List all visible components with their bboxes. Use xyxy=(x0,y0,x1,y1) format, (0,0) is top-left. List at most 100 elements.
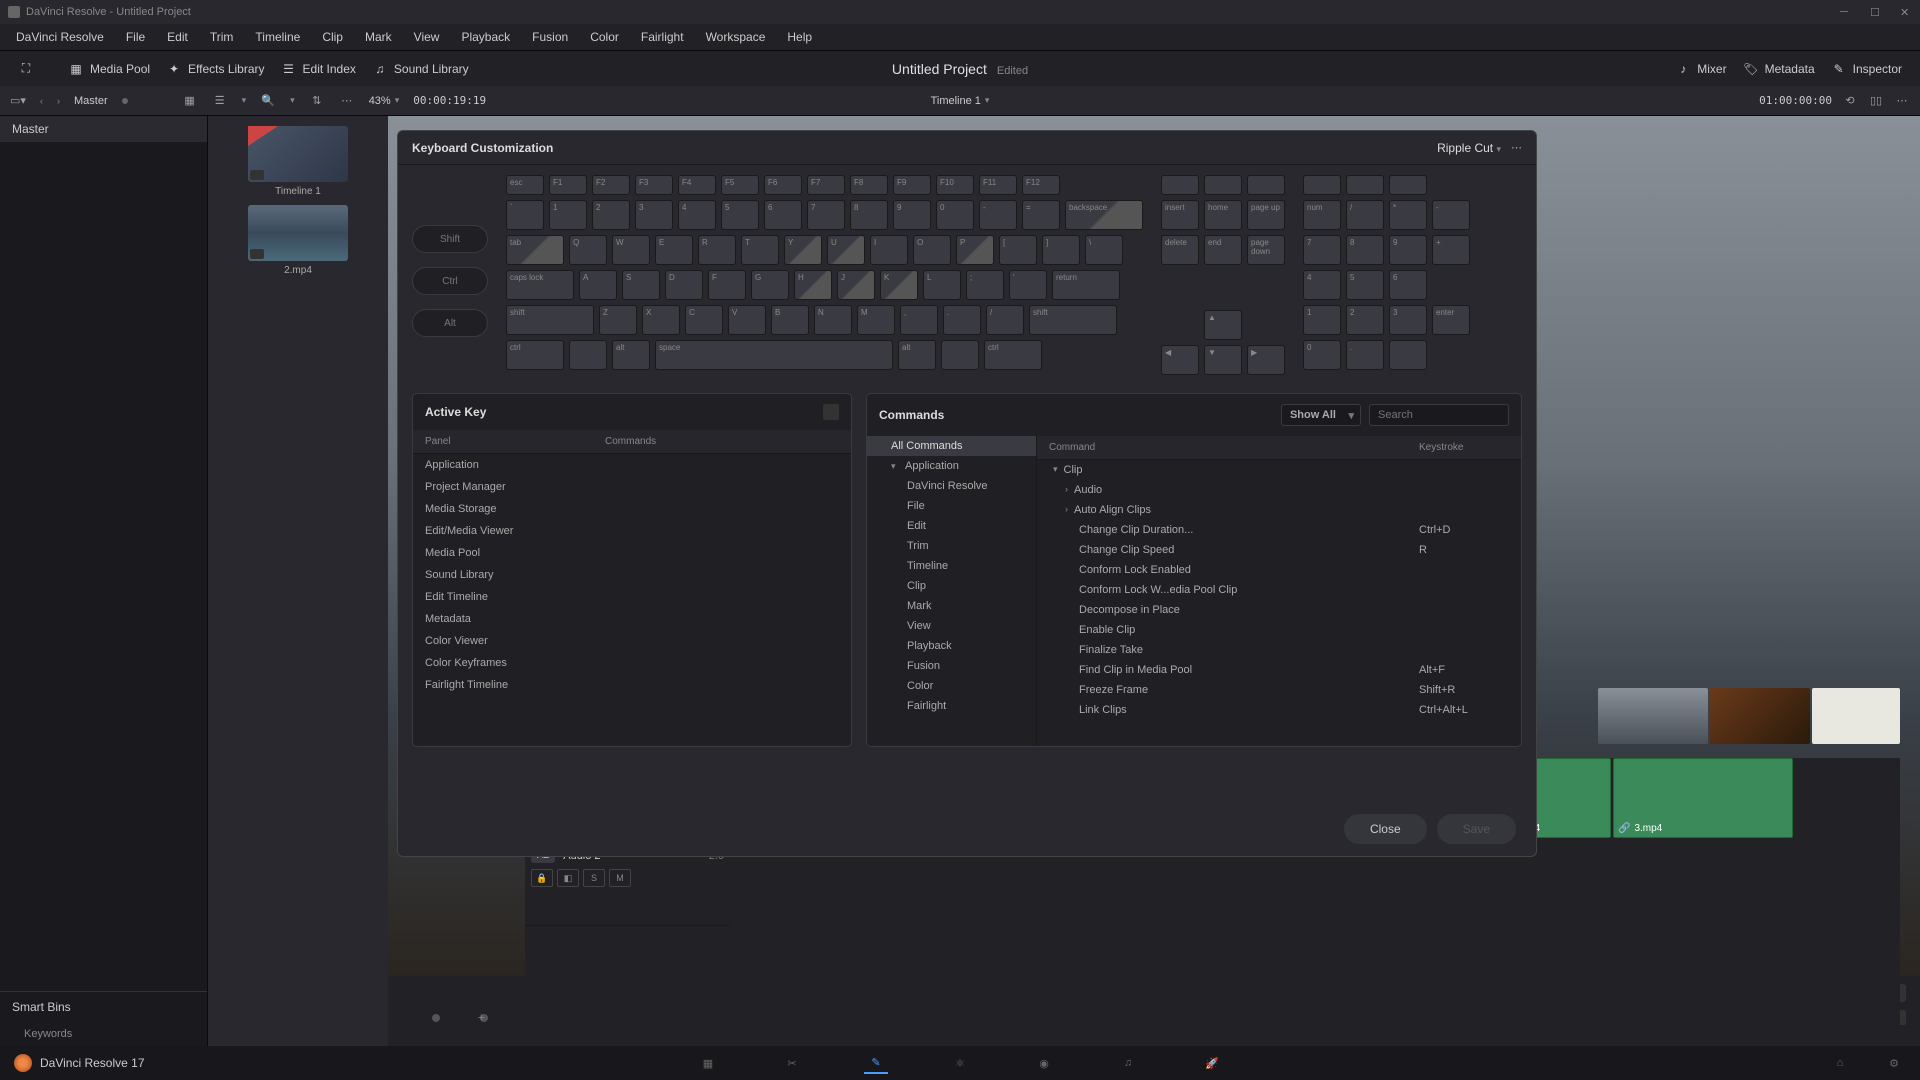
key-*[interactable]: * xyxy=(1389,200,1427,230)
key-s[interactable]: S xyxy=(622,270,660,300)
key-f8[interactable]: F8 xyxy=(850,175,888,195)
key-[interactable] xyxy=(569,340,607,370)
metadata-button[interactable]: 🏷Metadata xyxy=(1735,57,1823,81)
tree-application[interactable]: ▾Application xyxy=(867,456,1036,476)
master-bin[interactable]: Master xyxy=(0,116,207,142)
key-page down[interactable]: page down xyxy=(1247,235,1285,265)
fusion-page-icon[interactable]: ⚛ xyxy=(948,1052,972,1074)
key-c[interactable]: C xyxy=(685,305,723,335)
key-num[interactable]: num xyxy=(1303,200,1341,230)
search-icon[interactable]: 🔍 xyxy=(260,93,276,109)
panel-project-manager[interactable]: Project Manager xyxy=(413,476,851,498)
key-1[interactable]: 1 xyxy=(549,200,587,230)
effects-library-button[interactable]: ✦Effects Library xyxy=(158,57,272,81)
key-1[interactable]: 1 xyxy=(1303,305,1341,335)
tree-trim[interactable]: Trim xyxy=(867,536,1036,556)
menu-view[interactable]: View xyxy=(404,26,450,48)
tree-clip[interactable]: Clip xyxy=(867,576,1036,596)
cut-page-icon[interactable]: ✂ xyxy=(780,1052,804,1074)
close-window-button[interactable]: ✕ xyxy=(1900,6,1912,18)
key-4[interactable]: 4 xyxy=(1303,270,1341,300)
key-f[interactable]: F xyxy=(708,270,746,300)
sound-library-button[interactable]: ♫Sound Library xyxy=(364,57,477,81)
tree-color[interactable]: Color xyxy=(867,676,1036,696)
key-alt[interactable]: alt xyxy=(612,340,650,370)
sync-icon[interactable]: ⟲ xyxy=(1842,93,1858,109)
deliver-page-icon[interactable]: 🚀 xyxy=(1200,1052,1224,1074)
tree-mark[interactable]: Mark xyxy=(867,596,1036,616)
key-end[interactable]: end xyxy=(1204,235,1242,265)
tree-playback[interactable]: Playback xyxy=(867,636,1036,656)
add-marker[interactable]: + xyxy=(480,1014,488,1022)
inspector-button[interactable]: ✎Inspector xyxy=(1823,57,1910,81)
key-f6[interactable]: F6 xyxy=(764,175,802,195)
nav-next[interactable]: › xyxy=(57,96,60,106)
key-z[interactable]: Z xyxy=(599,305,637,335)
cmd-auto-align-clips[interactable]: ›Auto Align Clips xyxy=(1037,500,1521,520)
media-page-icon[interactable]: ▦ xyxy=(696,1052,720,1074)
menu-fusion[interactable]: Fusion xyxy=(522,26,578,48)
mixer-button[interactable]: ♪Mixer xyxy=(1667,57,1734,81)
key-[interactable] xyxy=(1346,175,1384,195)
key-[interactable] xyxy=(1303,175,1341,195)
key-home[interactable]: home xyxy=(1204,200,1242,230)
zoom-dropdown[interactable]: 43% ▾ xyxy=(369,95,400,107)
key-k[interactable]: K xyxy=(880,270,918,300)
commands-filter-dropdown[interactable]: Show All xyxy=(1281,404,1361,426)
master-dropdown[interactable]: Master xyxy=(74,95,108,107)
marker-dot[interactable] xyxy=(432,1014,440,1022)
dual-view-icon[interactable]: ▯▯ xyxy=(1868,93,1884,109)
close-button[interactable]: Close xyxy=(1344,814,1427,844)
settings-icon[interactable]: ⚙ xyxy=(1882,1052,1906,1074)
cmd-conform-lock-w---edia-pool-clip[interactable]: Conform Lock W...edia Pool Clip xyxy=(1037,580,1521,600)
tree-davinci-resolve[interactable]: DaVinci Resolve xyxy=(867,476,1036,496)
key-8[interactable]: 8 xyxy=(1346,235,1384,265)
tree-fusion[interactable]: Fusion xyxy=(867,656,1036,676)
cmd-audio[interactable]: ›Audio xyxy=(1037,480,1521,500)
mod-ctrl[interactable]: Ctrl xyxy=(412,267,488,295)
menu-playback[interactable]: Playback xyxy=(451,26,520,48)
key-q[interactable]: Q xyxy=(569,235,607,265)
home-icon[interactable]: ⌂ xyxy=(1828,1052,1852,1074)
mod-alt[interactable]: Alt xyxy=(412,309,488,337)
key-9[interactable]: 9 xyxy=(1389,235,1427,265)
key-9[interactable]: 9 xyxy=(893,200,931,230)
cmd-enable-clip[interactable]: Enable Clip xyxy=(1037,620,1521,640)
key-esc[interactable]: esc xyxy=(506,175,544,195)
save-button[interactable]: Save xyxy=(1437,814,1516,844)
cmd-finalize-take[interactable]: Finalize Take xyxy=(1037,640,1521,660)
key-alt[interactable]: alt xyxy=(898,340,936,370)
dialog-more-icon[interactable]: ⋯ xyxy=(1511,141,1522,154)
media-thumb[interactable]: 2.mp4 xyxy=(248,205,348,276)
key-m[interactable]: M xyxy=(857,305,895,335)
cmd-change-clip-duration---[interactable]: Change Clip Duration...Ctrl+D xyxy=(1037,520,1521,540)
key-[interactable] xyxy=(1161,175,1199,195)
key-[interactable] xyxy=(1389,340,1427,370)
fullscreen-button[interactable]: ⛶ xyxy=(10,57,42,81)
key-][interactable]: ] xyxy=(1042,235,1080,265)
clip-thumb[interactable] xyxy=(1598,688,1708,744)
preset-dropdown[interactable]: Ripple Cut ▾ xyxy=(1437,141,1501,155)
key-+[interactable]: + xyxy=(1432,235,1470,265)
key-7[interactable]: 7 xyxy=(807,200,845,230)
tree-timeline[interactable]: Timeline xyxy=(867,556,1036,576)
key-▶[interactable]: ▶ xyxy=(1247,345,1285,375)
cmd-conform-lock-enabled[interactable]: Conform Lock Enabled xyxy=(1037,560,1521,580)
menu-edit[interactable]: Edit xyxy=(157,26,198,48)
tree-file[interactable]: File xyxy=(867,496,1036,516)
key-a[interactable]: A xyxy=(579,270,617,300)
panel-media-pool[interactable]: Media Pool xyxy=(413,542,851,564)
key-[interactable] xyxy=(941,340,979,370)
audio-clip[interactable]: 🔗3.mp4 xyxy=(1613,758,1793,838)
key-/[interactable]: / xyxy=(1346,200,1384,230)
tree-fairlight[interactable]: Fairlight xyxy=(867,696,1036,716)
key--[interactable]: - xyxy=(1432,200,1470,230)
key-e[interactable]: E xyxy=(655,235,693,265)
key-ctrl[interactable]: ctrl xyxy=(984,340,1042,370)
menu-mark[interactable]: Mark xyxy=(355,26,402,48)
cmd-find-clip-in-media-pool[interactable]: Find Clip in Media PoolAlt+F xyxy=(1037,660,1521,680)
key-x[interactable]: X xyxy=(642,305,680,335)
key-ctrl[interactable]: ctrl xyxy=(506,340,564,370)
key-.[interactable]: . xyxy=(1346,340,1384,370)
cmd-freeze-frame[interactable]: Freeze FrameShift+R xyxy=(1037,680,1521,700)
